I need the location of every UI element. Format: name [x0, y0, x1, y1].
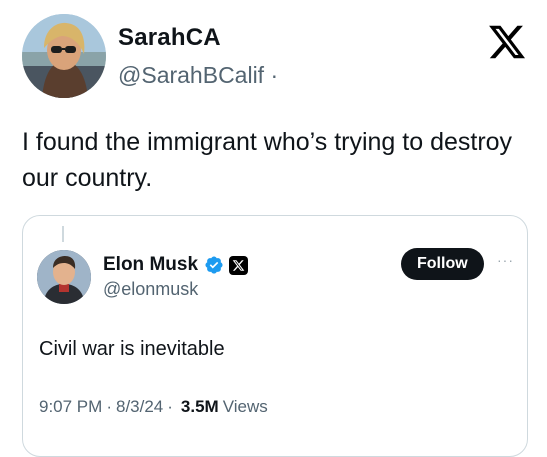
- x-affiliate-glyph-icon: [232, 259, 245, 271]
- quoted-post-card[interactable]: Elon Musk @elonmusk Follow ··· Civil war…: [22, 215, 528, 457]
- quoted-author-avatar[interactable]: [37, 250, 91, 304]
- more-options-icon[interactable]: ···: [497, 252, 514, 268]
- follow-button[interactable]: Follow: [401, 248, 484, 280]
- author-avatar[interactable]: [22, 14, 106, 98]
- quoted-post-text: Civil war is inevitable: [39, 338, 225, 360]
- quoted-avatar-photo: [37, 250, 91, 304]
- meta-separator: ·: [106, 397, 112, 416]
- x-logo-icon[interactable]: [487, 22, 527, 62]
- post-date[interactable]: 8/3/24: [116, 397, 163, 417]
- avatar-photo: [22, 14, 106, 98]
- post-header: SarahCA @SarahBCalif ·: [0, 0, 547, 110]
- quoted-author-handle[interactable]: @elonmusk: [103, 279, 198, 300]
- verified-badge-icon: [205, 256, 223, 274]
- handle-separator: ·: [270, 62, 279, 88]
- post-text: I found the immigrant who’s trying to de…: [22, 128, 513, 192]
- author-name[interactable]: SarahCA: [118, 24, 221, 52]
- views-label: Views: [222, 397, 268, 416]
- author-handle-text[interactable]: @SarahBCalif: [118, 62, 264, 88]
- meta-separator: ·: [167, 397, 173, 416]
- x-affiliate-badge-icon: [229, 255, 249, 275]
- author-handle[interactable]: @SarahBCalif ·: [118, 62, 278, 89]
- views-count: 3.5M: [180, 397, 219, 416]
- quoted-author-row: Elon Musk: [103, 254, 249, 276]
- thread-line: [62, 226, 64, 242]
- post-time[interactable]: 9:07 PM: [39, 397, 102, 417]
- quoted-author-name[interactable]: Elon Musk: [103, 254, 198, 276]
- quoted-post-meta: 9:07 PM · 8/3/24 · 3.5M Views: [39, 397, 268, 417]
